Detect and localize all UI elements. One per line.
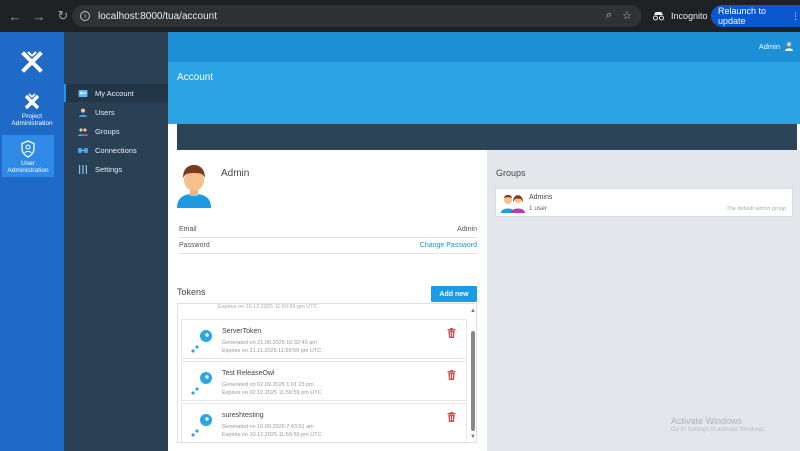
- account-banner: Account: [168, 62, 800, 124]
- side-item-settings[interactable]: Settings: [64, 160, 168, 178]
- token-card: Test ReleaseOwl Generated on 02.09.2025 …: [181, 361, 467, 401]
- user-shield-icon: [21, 140, 35, 158]
- kebab-menu-icon[interactable]: ⋮: [791, 11, 800, 22]
- rail-label-line2: Administration: [7, 167, 49, 174]
- side-item-label: My Account: [95, 88, 134, 98]
- activate-windows-hint: Go to Settings to activate Windows.: [671, 427, 766, 433]
- incognito-label: Incognito: [671, 11, 708, 21]
- rail-item-project-administration[interactable]: Project Administration: [0, 92, 64, 134]
- site-info-icon[interactable]: i: [80, 11, 90, 21]
- email-label: Email: [179, 226, 197, 233]
- token-name: Test ReleaseOwl: [222, 370, 275, 377]
- incognito-icon: [653, 12, 664, 21]
- banner-strip: [177, 124, 797, 150]
- app-logo-icon[interactable]: [18, 48, 46, 76]
- delete-token-icon[interactable]: [447, 412, 456, 422]
- change-password-link[interactable]: Change Password: [420, 242, 477, 249]
- page-title: Account: [177, 72, 214, 83]
- incognito-badge[interactable]: Incognito: [646, 6, 716, 26]
- app-rail: Project Administration User Administrati…: [0, 32, 64, 451]
- rail-item-user-administration[interactable]: User Administration: [2, 135, 54, 177]
- bookmark-star-icon[interactable]: ☆: [622, 9, 632, 22]
- side-nav: My Account Users Groups Connections Sett…: [64, 32, 168, 451]
- side-item-label: Settings: [95, 164, 123, 174]
- token-list[interactable]: Expires on 10.12.2025 11:59:59 pm UTC Se…: [177, 303, 477, 443]
- avatar-icon: [785, 42, 793, 51]
- forward-icon[interactable]: →: [30, 7, 48, 25]
- token-generated: Generated on 21.08.2025 10:32:40 am: [222, 340, 317, 346]
- group-card-admins[interactable]: Admins 1 user The default admin group: [495, 188, 793, 217]
- side-item-label: Connections: [95, 145, 137, 155]
- group-member-count: 1 user: [529, 205, 548, 212]
- app-header: Admin: [168, 32, 800, 62]
- token-expires: Expires on 21.11.2025 11:59:59 pm UTC: [222, 348, 322, 354]
- search-icon[interactable]: ⌕: [606, 9, 612, 22]
- relaunch-label: Relaunch to update: [718, 6, 767, 26]
- scroll-thumb[interactable]: [471, 331, 475, 431]
- connections-icon: [78, 147, 88, 153]
- side-item-users[interactable]: Users: [64, 103, 168, 121]
- user-menu-label: Admin: [758, 41, 780, 51]
- groups-title: Groups: [496, 168, 526, 178]
- token-scrollbar[interactable]: ▲ ▼: [469, 304, 476, 442]
- reload-icon[interactable]: ↻: [54, 7, 72, 25]
- avatar-icon: [177, 165, 211, 208]
- account-name: Admin: [221, 168, 250, 179]
- token-expires: Expires on 10.12.2025 11:59:59 pm UTC: [222, 432, 322, 438]
- side-item-label: Users: [95, 107, 115, 117]
- address-bar[interactable]: i localhost:8000/tua/account ⌕ ☆: [72, 5, 642, 27]
- side-item-groups[interactable]: Groups: [64, 122, 168, 140]
- account-panel: Admin Email Admin Password Change Passwo…: [168, 150, 487, 451]
- account-card-icon: [78, 89, 88, 97]
- delete-token-icon[interactable]: [447, 328, 456, 338]
- token-name: ServerToken: [222, 328, 262, 335]
- password-row: Password Change Password: [179, 238, 477, 254]
- group-name: Admins: [529, 194, 553, 201]
- token-expires: Expires on 02.12.2025 11:59:59 pm UTC: [222, 390, 322, 396]
- token-generated: Generated on 02.09.2025 1:01:23 pm: [222, 382, 314, 388]
- browser-toolbar: ← → ↻ i localhost:8000/tua/account ⌕ ☆ I…: [0, 0, 800, 32]
- group-description: The default admin group: [726, 206, 786, 212]
- activate-windows-watermark: Activate Windows: [671, 416, 743, 426]
- groups-panel: Groups Admins 1 user The default admin g…: [487, 150, 800, 451]
- group-icon: [78, 127, 88, 136]
- key-icon: [191, 414, 212, 437]
- relaunch-button[interactable]: Relaunch to update ⋮: [711, 5, 800, 27]
- settings-bars-icon: [79, 164, 87, 174]
- side-item-connections[interactable]: Connections: [64, 141, 168, 159]
- partial-token-row: Expires on 10.12.2025 11:59:59 pm UTC: [218, 304, 318, 310]
- scroll-up-icon[interactable]: ▲: [470, 308, 476, 314]
- user-menu[interactable]: Admin: [759, 41, 794, 51]
- logo-x-icon: [24, 93, 40, 110]
- scroll-down-icon[interactable]: ▼: [470, 434, 476, 440]
- delete-token-icon[interactable]: [447, 370, 456, 380]
- url-text: localhost:8000/tua/account: [98, 10, 217, 22]
- side-item-my-account[interactable]: My Account: [64, 84, 168, 102]
- email-row: Email Admin: [179, 222, 477, 238]
- group-icon: [501, 195, 525, 213]
- rail-label-line1: User: [21, 160, 35, 167]
- side-item-label: Groups: [95, 126, 120, 136]
- rail-label-line2: Administration: [11, 120, 53, 127]
- rail-label-line1: Project: [21, 113, 43, 120]
- key-icon: [191, 372, 212, 395]
- email-value: Admin: [457, 226, 477, 233]
- key-icon: [191, 330, 212, 353]
- add-token-button[interactable]: Add new: [431, 286, 477, 302]
- token-name: sureshtesting: [222, 412, 264, 419]
- token-card: sureshtesting Generated on 10.09.2025 7:…: [181, 403, 467, 442]
- back-icon[interactable]: ←: [6, 7, 24, 25]
- token-generated: Generated on 10.09.2025 7:43:51 am: [222, 424, 314, 430]
- token-card: ServerToken Generated on 21.08.2025 10:3…: [181, 319, 467, 359]
- password-label: Password: [179, 242, 210, 249]
- user-icon: [79, 108, 87, 117]
- tokens-title: Tokens: [177, 287, 206, 297]
